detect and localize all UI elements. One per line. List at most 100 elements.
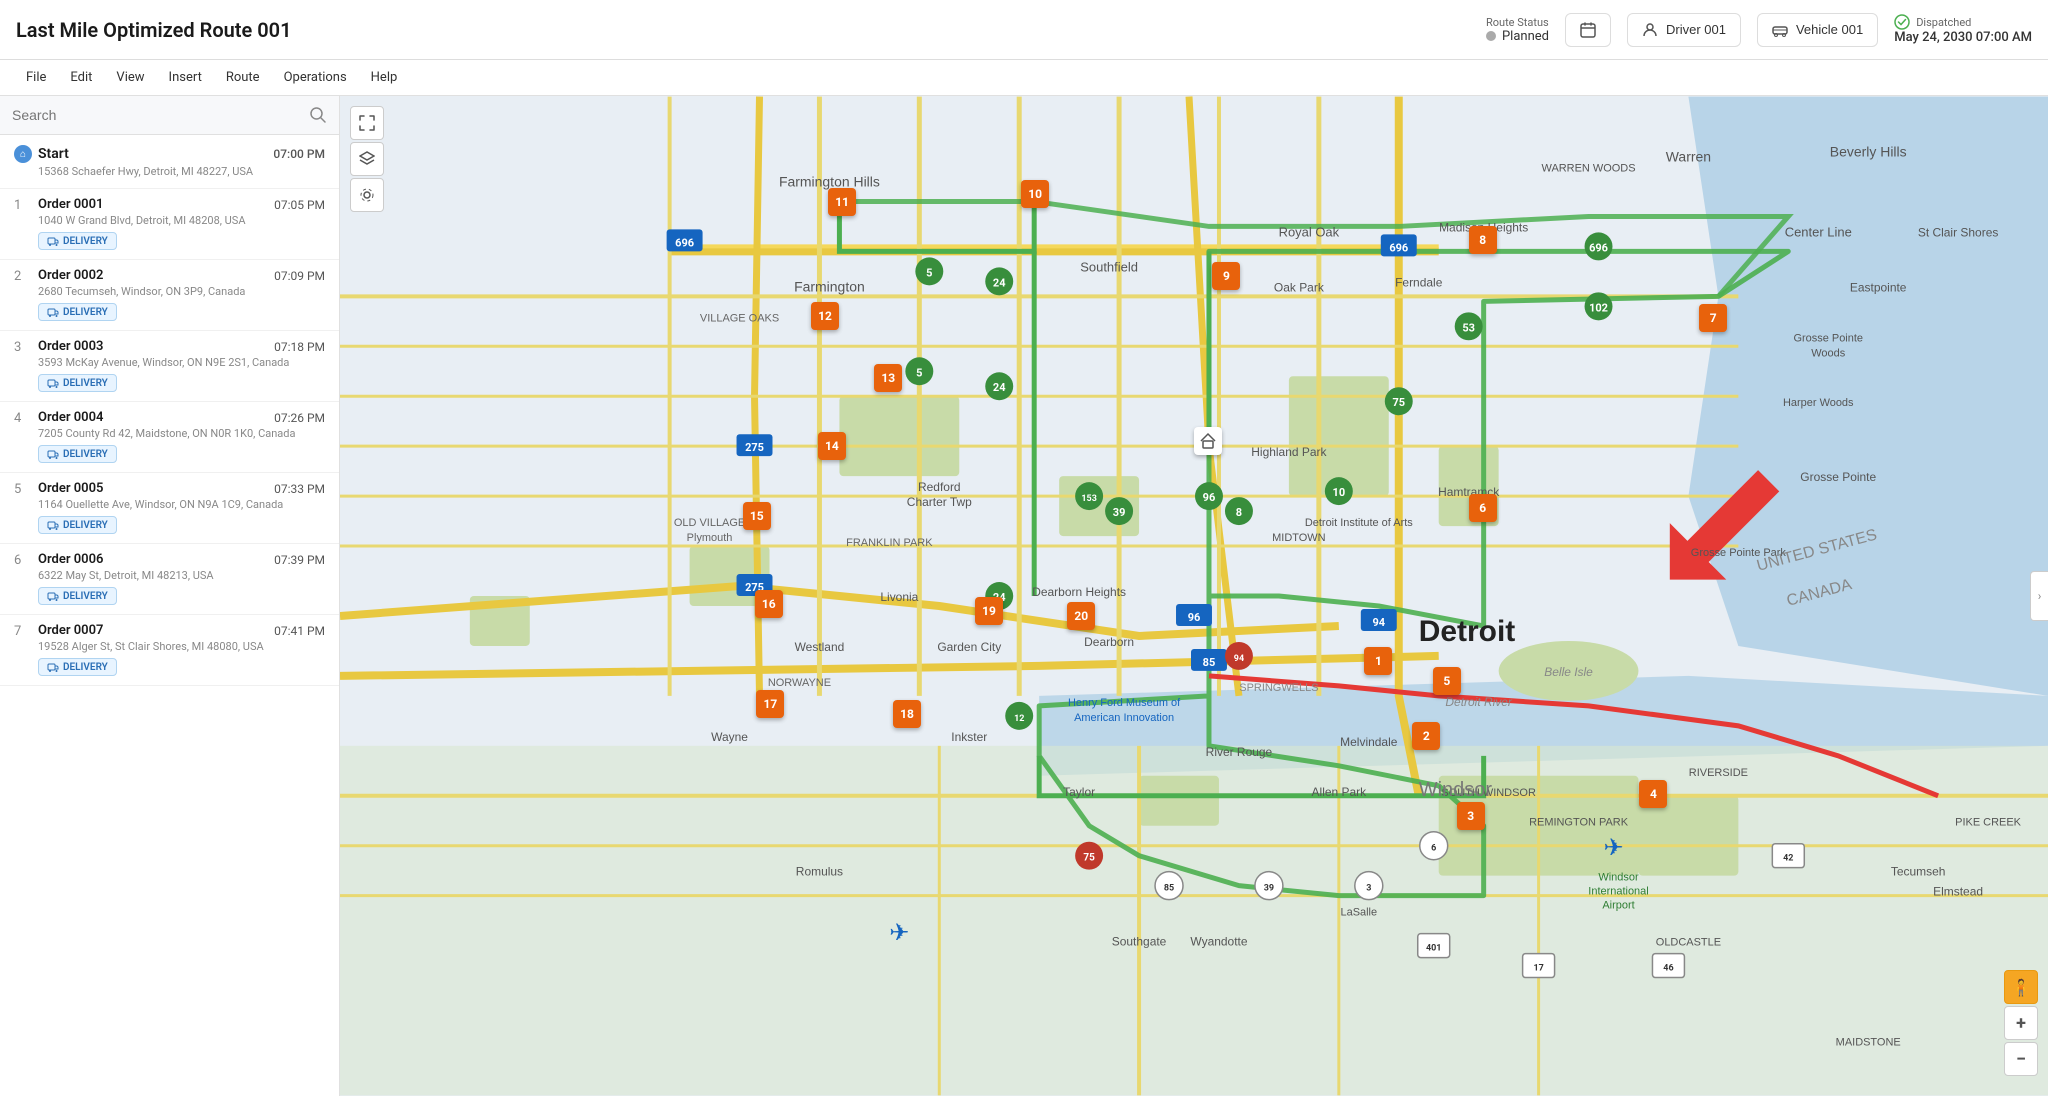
location-icon [359, 187, 375, 203]
start-item: ⌂ Start 07:00 PM 15368 Schaefer Hwy, Det… [0, 135, 339, 189]
order-item-3[interactable]: 3 Order 0003 07:18 PM 3593 McKay Avenue,… [0, 331, 339, 402]
zoom-in-button[interactable]: + [2004, 1006, 2038, 1040]
order-address: 19528 Alger St, St Clair Shores, MI 4808… [38, 640, 325, 653]
map-controls-top [350, 106, 384, 212]
order-title: Order 0005 [38, 481, 103, 496]
vehicle-icon [1772, 22, 1788, 38]
map-marker-2[interactable]: 2 [1412, 722, 1440, 750]
order-title: Order 0006 [38, 552, 103, 567]
map-marker-14[interactable]: 14 [818, 432, 846, 460]
order-title: Order 0002 [38, 268, 103, 283]
fullscreen-icon [359, 115, 375, 131]
order-list: 1 Order 0001 07:05 PM 1040 W Grand Blvd,… [0, 189, 339, 686]
map-marker-11[interactable]: 11 [828, 188, 856, 216]
driver-button[interactable]: Driver 001 [1627, 13, 1741, 47]
order-time: 07:09 PM [274, 269, 325, 283]
map-marker-7[interactable]: 7 [1699, 304, 1727, 332]
map-zoom-controls: 🧍 + − [2004, 970, 2038, 1076]
search-input[interactable] [12, 107, 301, 123]
truck-icon [47, 377, 59, 389]
layers-icon [359, 151, 375, 167]
order-item-6[interactable]: 6 Order 0006 07:39 PM 6322 May St, Detro… [0, 544, 339, 615]
map-marker-4[interactable]: 4 [1639, 780, 1667, 808]
truck-icon [47, 519, 59, 531]
order-num: 6 [14, 553, 30, 568]
header: Last Mile Optimized Route 001 Route Stat… [0, 0, 2048, 60]
map-marker-3[interactable]: 3 [1457, 802, 1485, 830]
map-marker-12[interactable]: 12 [811, 302, 839, 330]
delivery-badge: DELIVERY [38, 445, 117, 463]
map-marker-20[interactable]: 20 [1067, 602, 1095, 630]
layers-button[interactable] [350, 142, 384, 176]
route-list: ⌂ Start 07:00 PM 15368 Schaefer Hwy, Det… [0, 135, 339, 1096]
order-num: 1 [14, 198, 30, 213]
order-num: 2 [14, 269, 30, 284]
search-icon [309, 106, 327, 124]
map-marker-16[interactable]: 16 [755, 590, 783, 618]
map-markers: 1234567891011121314151617181920 [340, 96, 2048, 1096]
order-num: 7 [14, 624, 30, 639]
order-item-5[interactable]: 5 Order 0005 07:33 PM 1164 Ouellette Ave… [0, 473, 339, 544]
truck-icon [47, 448, 59, 460]
map-marker-home[interactable] [1194, 427, 1222, 455]
vehicle-button[interactable]: Vehicle 001 [1757, 13, 1878, 47]
map-marker-8[interactable]: 8 [1469, 226, 1497, 254]
order-num: 3 [14, 340, 30, 355]
delivery-badge: DELIVERY [38, 516, 117, 534]
collapse-sidebar-button[interactable]: › [2030, 571, 2048, 621]
map-marker-17[interactable]: 17 [756, 690, 784, 718]
fullscreen-button[interactable] [350, 106, 384, 140]
order-address: 2680 Tecumseh, Windsor, ON 3P9, Canada [38, 285, 325, 298]
truck-icon [47, 306, 59, 318]
order-title: Order 0001 [38, 197, 103, 212]
order-item-1[interactable]: 1 Order 0001 07:05 PM 1040 W Grand Blvd,… [0, 189, 339, 260]
route-status-label: Route Status [1486, 16, 1549, 29]
map-marker-15[interactable]: 15 [743, 502, 771, 530]
map-marker-5[interactable]: 5 [1433, 667, 1461, 695]
menu-help[interactable]: Help [361, 66, 408, 89]
sidebar: ⌂ Start 07:00 PM 15368 Schaefer Hwy, Det… [0, 96, 340, 1096]
location-button[interactable] [350, 178, 384, 212]
order-item-2[interactable]: 2 Order 0002 07:09 PM 2680 Tecumseh, Win… [0, 260, 339, 331]
menu-route[interactable]: Route [216, 66, 270, 89]
map-background: 696 696 96 85 94 [340, 96, 2048, 1096]
order-time: 07:33 PM [274, 482, 325, 496]
delivery-badge: DELIVERY [38, 587, 117, 605]
map-marker-6[interactable]: 6 [1469, 494, 1497, 522]
order-time: 07:26 PM [274, 411, 325, 425]
delivery-badge: DELIVERY [38, 232, 117, 250]
search-bar [0, 96, 339, 135]
order-item-7[interactable]: 7 Order 0007 07:41 PM 19528 Alger St, St… [0, 615, 339, 686]
map-marker-18[interactable]: 18 [893, 700, 921, 728]
delivery-badge: DELIVERY [38, 658, 117, 676]
map-marker-13[interactable]: 13 [874, 364, 902, 392]
order-address: 1040 W Grand Blvd, Detroit, MI 48208, US… [38, 214, 325, 227]
menu-view[interactable]: View [106, 66, 154, 89]
menu-insert[interactable]: Insert [159, 66, 212, 89]
map-marker-1[interactable]: 1 [1364, 647, 1392, 675]
order-time: 07:05 PM [274, 198, 325, 212]
route-status: Route Status Planned [1486, 16, 1549, 44]
delivery-badge: DELIVERY [38, 374, 117, 392]
order-time: 07:41 PM [274, 624, 325, 638]
menu-file[interactable]: File [16, 66, 56, 89]
menu-edit[interactable]: Edit [60, 66, 102, 89]
zoom-out-button[interactable]: − [2004, 1042, 2038, 1076]
map-marker-19[interactable]: 19 [975, 597, 1003, 625]
order-item-4[interactable]: 4 Order 0004 07:26 PM 7205 County Rd 42,… [0, 402, 339, 473]
dispatched-info: Dispatched May 24, 2030 07:00 AM [1894, 14, 2032, 45]
order-address: 3593 McKay Avenue, Windsor, ON N9E 2S1, … [38, 356, 325, 369]
delivery-badge: DELIVERY [38, 303, 117, 321]
calendar-button[interactable] [1565, 13, 1611, 47]
order-address: 6322 May St, Detroit, MI 48213, USA [38, 569, 325, 582]
home-icon: ⌂ [14, 145, 32, 163]
map-area[interactable]: 696 696 96 85 94 [340, 96, 2048, 1096]
menu-operations[interactable]: Operations [274, 66, 357, 89]
map-marker-9[interactable]: 9 [1212, 262, 1240, 290]
header-right: Route Status Planned Driver 001 [1486, 13, 2032, 47]
person-view-button[interactable]: 🧍 [2004, 970, 2038, 1004]
start-title: ⌂ Start [14, 145, 69, 163]
map-marker-10[interactable]: 10 [1021, 180, 1049, 208]
order-title: Order 0004 [38, 410, 103, 425]
truck-icon [47, 661, 59, 673]
